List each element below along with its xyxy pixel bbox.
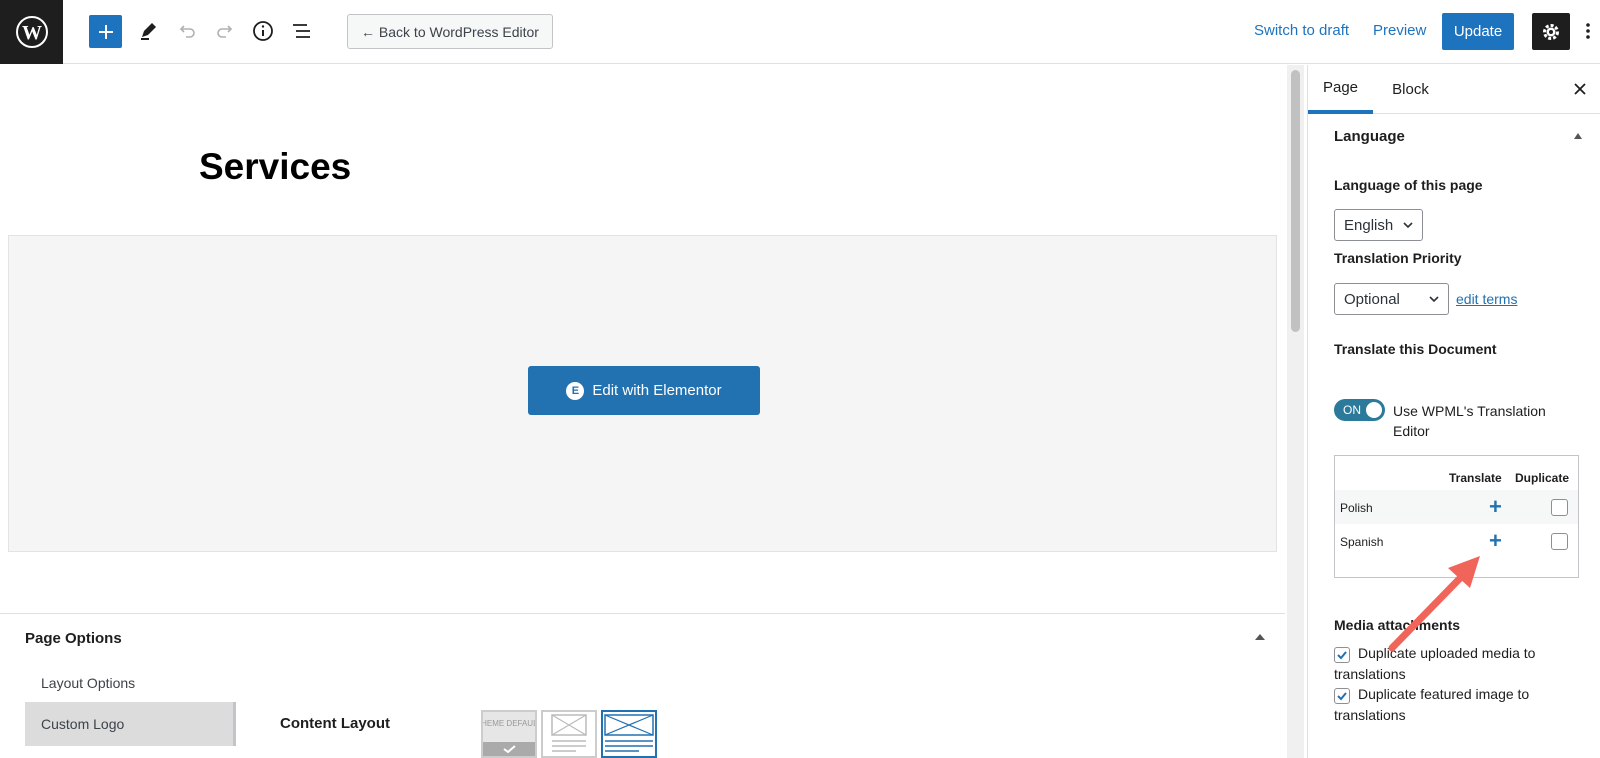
layout-options-tab[interactable]: Layout Options (41, 675, 135, 691)
editor-scrollbar-thumb[interactable] (1291, 70, 1300, 332)
sidebar-tabs: Page Block (1308, 65, 1600, 114)
page-title[interactable]: Services (199, 146, 351, 188)
page-options-panel: Page Options Layout Options Custom Logo … (0, 613, 1285, 758)
translate-column-header: Translate (1449, 471, 1502, 485)
collapse-caret-icon[interactable] (1574, 133, 1582, 139)
translation-priority-label: Translation Priority (1334, 250, 1462, 266)
wpml-translation-editor-toggle[interactable]: ON (1334, 399, 1385, 421)
update-button[interactable]: Update (1442, 13, 1514, 50)
collapse-caret-icon[interactable] (1255, 634, 1265, 640)
duplicate-checkbox[interactable] (1551, 499, 1568, 516)
back-to-wordpress-editor-button[interactable]: ← Back to WordPress Editor (347, 14, 553, 49)
edit-with-elementor-button[interactable]: E Edit with Elementor (528, 366, 760, 415)
elementor-icon: E (566, 381, 585, 400)
translate-document-label: Translate this Document (1334, 341, 1497, 357)
info-icon[interactable] (249, 17, 277, 45)
layout-full-width-option[interactable] (601, 710, 657, 758)
chevron-down-icon (1429, 296, 1439, 303)
toggle-state-text: ON (1343, 403, 1361, 417)
editor-scrollbar[interactable] (1287, 65, 1304, 758)
tab-block[interactable]: Block (1378, 65, 1443, 114)
elementor-placeholder: E Edit with Elementor (8, 235, 1277, 552)
wordpress-logo-icon[interactable]: W (0, 0, 63, 64)
edit-pencil-icon[interactable] (134, 17, 162, 45)
toggle-knob (1366, 402, 1382, 418)
tab-page[interactable]: Page (1308, 65, 1373, 114)
checkbox-checked-icon[interactable] (1334, 647, 1350, 663)
translation-priority-select[interactable]: Optional (1334, 283, 1449, 315)
language-of-page-label: Language of this page (1334, 177, 1483, 193)
gear-icon (1543, 23, 1559, 40)
language-section-title[interactable]: Language (1334, 128, 1405, 145)
translation-priority-value: Optional (1344, 290, 1400, 308)
duplicate-featured-image-option[interactable]: Duplicate featured image to translations (1334, 684, 1584, 726)
more-options-icon[interactable] (1580, 17, 1596, 45)
layout-theme-default-option[interactable]: THEME DEFAULT (481, 710, 537, 758)
row-language: Polish (1340, 501, 1373, 515)
language-select-value: English (1344, 216, 1394, 234)
svg-text:W: W (22, 22, 42, 44)
edit-with-elementor-label: Edit with Elementor (592, 382, 722, 399)
add-translation-plus-icon[interactable]: + (1489, 493, 1502, 521)
page-options-title: Page Options (25, 630, 122, 647)
duplicate-checkbox[interactable] (1551, 533, 1568, 550)
plus-icon (98, 24, 113, 39)
chevron-down-icon (1403, 222, 1413, 229)
content-layout-label: Content Layout (280, 715, 390, 732)
table-row: Polish + (1335, 490, 1578, 524)
preview-link[interactable]: Preview (1373, 22, 1426, 39)
edit-terms-link[interactable]: edit terms (1456, 291, 1517, 307)
duplicate-column-header: Duplicate (1515, 471, 1570, 485)
checkbox-label: Duplicate featured image to translations (1334, 686, 1530, 723)
settings-gear-button[interactable] (1532, 13, 1570, 50)
switch-to-draft-link[interactable]: Switch to draft (1254, 22, 1349, 39)
custom-logo-tab[interactable]: Custom Logo (25, 702, 236, 746)
undo-icon[interactable] (173, 17, 201, 45)
editor-topbar: W ← Back to WordPress Editor Switch to d… (0, 0, 1600, 64)
list-view-icon[interactable] (288, 17, 316, 45)
close-icon[interactable] (1570, 79, 1590, 99)
editor-canvas: Services E Edit with Elementor Page Opti… (0, 65, 1285, 758)
layout-boxed-option[interactable] (541, 710, 597, 758)
language-select[interactable]: English (1334, 209, 1423, 241)
row-language: Spanish (1340, 535, 1384, 549)
add-block-button[interactable] (89, 15, 122, 48)
redo-icon[interactable] (211, 17, 239, 45)
toggle-label: Use WPML's Translation Editor (1393, 403, 1546, 439)
annotation-arrow-icon (1388, 556, 1480, 652)
checkbox-checked-icon[interactable] (1334, 688, 1350, 704)
add-translation-plus-icon[interactable]: + (1489, 527, 1502, 555)
theme-default-thumbnail-label: THEME DEFAULT (483, 719, 535, 728)
